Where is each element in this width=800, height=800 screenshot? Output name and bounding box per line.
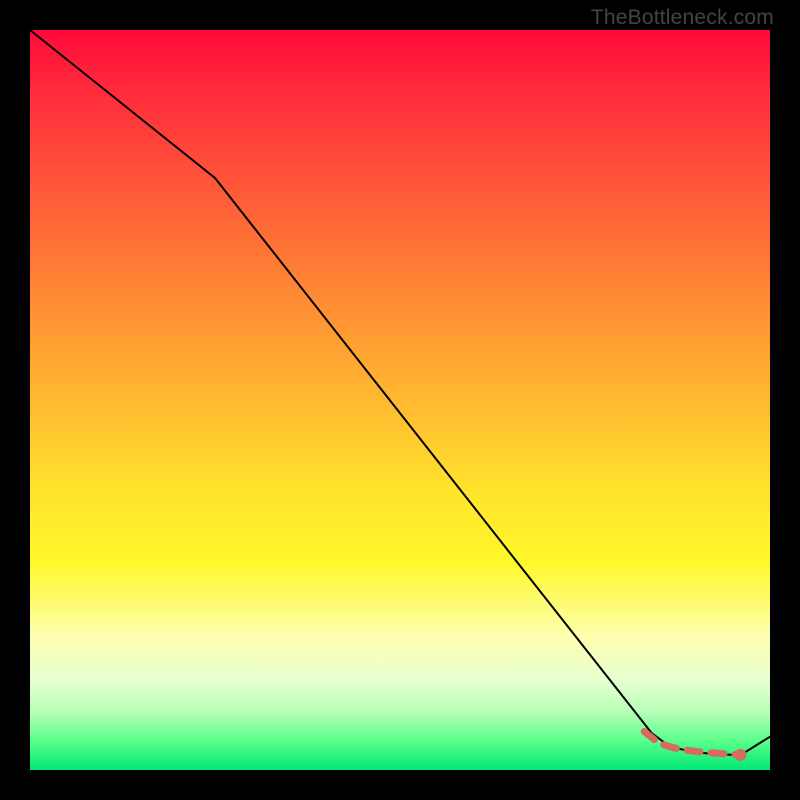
end-marker-group (734, 749, 746, 761)
plot-area (30, 30, 770, 770)
chart-stage: TheBottleneck.com (0, 0, 800, 800)
watermark-brand: TheBottleneck.com (591, 6, 774, 30)
chart-overlay (30, 30, 770, 770)
black-curve-line (30, 30, 770, 755)
marker-end-point (734, 749, 746, 761)
secondary-dashed-line (644, 732, 740, 755)
